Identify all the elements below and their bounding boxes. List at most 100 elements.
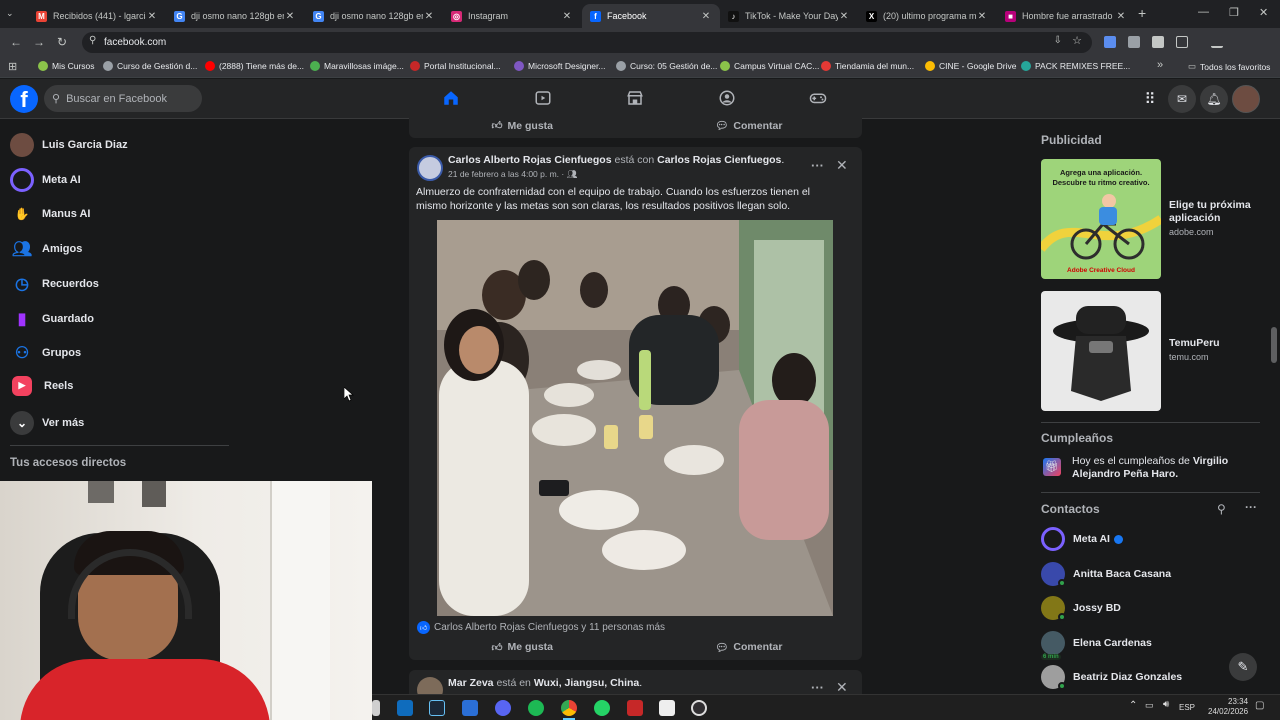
all-bookmarks-folder[interactable]: ▭ Todos los favoritos: [1188, 61, 1270, 72]
copilot-icon[interactable]: [462, 700, 478, 716]
clock-time[interactable]: 23:34: [1208, 697, 1248, 707]
new-message-button[interactable]: ✎: [1229, 653, 1257, 681]
bookmark-item[interactable]: Maravillosas imáge...: [310, 61, 404, 71]
extension-icon[interactable]: [1128, 36, 1140, 48]
bookmark-item[interactable]: Mis Cursos: [38, 61, 95, 71]
comment-button[interactable]: 💬︎ Comentar: [636, 641, 863, 654]
sidebar-item[interactable]: ◷ Recuerdos: [10, 272, 99, 296]
extensions-puzzle-icon[interactable]: [1176, 36, 1188, 48]
notifications-icon[interactable]: ▢: [1255, 700, 1264, 711]
bookmark-item[interactable]: CINE - Google Drive: [925, 61, 1016, 71]
network-icon[interactable]: ▭: [1145, 700, 1154, 711]
browser-tab[interactable]: Gdji osmo nano 128gb en ✕: [305, 4, 443, 28]
reactions-summary[interactable]: Carlos Alberto Rojas Cienfuegos y 11 per…: [434, 622, 665, 633]
sidebar-item[interactable]: ⚇ Grupos: [10, 341, 81, 365]
tab-close-icon[interactable]: ✕: [700, 11, 712, 22]
tab-close-icon[interactable]: ✕: [146, 11, 158, 22]
facebook-logo[interactable]: f: [10, 85, 38, 113]
tab-close-icon[interactable]: ✕: [284, 11, 296, 22]
chrome-icon[interactable]: [561, 700, 577, 716]
bookmark-item[interactable]: (2888) Tiene más de...: [205, 61, 304, 71]
browser-tab[interactable]: M Recibidos (441) - lgarciad ✕: [28, 4, 166, 28]
sidebar-item[interactable]: Meta AI: [10, 167, 81, 192]
bookmark-item[interactable]: Microsoft Designer...: [514, 61, 605, 71]
account-avatar[interactable]: [1232, 85, 1260, 113]
clock-date[interactable]: 24/02/2026: [1208, 707, 1248, 717]
post-author-avatar[interactable]: [417, 155, 443, 181]
reload-button[interactable]: ↻: [57, 35, 67, 49]
browser-tab[interactable]: X (20) ultimo programa ma ✕: [858, 4, 996, 28]
ad-adobe[interactable]: Agrega una aplicación. Descubre tu ritmo…: [1041, 159, 1261, 279]
browser-tab[interactable]: ◎ Instagram ✕: [443, 4, 581, 28]
video-icon[interactable]: [534, 89, 552, 107]
bookmarks-overflow-chevron-icon[interactable]: »: [1157, 59, 1163, 71]
sidebar-item[interactable]: ⌄ Ver más: [10, 410, 84, 435]
bookmark-item[interactable]: Curso: 05 Gestión de...: [616, 61, 717, 71]
gaming-icon[interactable]: [809, 89, 827, 107]
home-icon[interactable]: [442, 89, 460, 107]
contact-item[interactable]: 6 min Elena Cardenas: [1041, 630, 1152, 660]
bookmark-item[interactable]: PACK REMIXES FREE...: [1021, 61, 1130, 71]
minimize-button[interactable]: —: [1198, 6, 1209, 18]
ad-temu[interactable]: TemuPeru temu.com: [1041, 291, 1261, 411]
browser-tab[interactable]: ■ Hombre fue arrastrado p ✕: [997, 4, 1135, 28]
obs-icon[interactable]: [691, 700, 707, 716]
post-author-name[interactable]: Carlos Alberto Rojas Cienfuegos: [448, 154, 612, 166]
contact-item[interactable]: Jossy BD: [1041, 596, 1121, 622]
volume-icon[interactable]: 🔊︎: [1163, 699, 1169, 710]
post-options-icon[interactable]: ···: [811, 680, 824, 695]
language-indicator[interactable]: ESP: [1179, 703, 1195, 712]
contact-item[interactable]: Anitta Baca Casana: [1041, 561, 1171, 587]
post-close-icon[interactable]: ✕: [836, 157, 848, 174]
whatsapp-icon[interactable]: [594, 700, 610, 716]
post-photo[interactable]: [409, 220, 862, 616]
page-scrollbar[interactable]: [1271, 327, 1277, 363]
like-button[interactable]: 👍︎ Me gusta: [409, 119, 636, 133]
post-options-icon[interactable]: ···: [811, 158, 824, 173]
comment-button[interactable]: 💬︎ Comentar: [636, 119, 863, 133]
site-info-icon[interactable]: ⚲: [89, 35, 96, 46]
browser-tab[interactable]: ♪ TikTok - Make Your Day ✕: [720, 4, 858, 28]
capcut-icon[interactable]: [659, 700, 675, 716]
discord-icon[interactable]: [495, 700, 511, 716]
tab-close-icon[interactable]: ✕: [423, 11, 435, 22]
menu-grid-icon[interactable]: ⠿: [1136, 85, 1164, 113]
facebook-search-input[interactable]: ⚲ Buscar en Facebook: [44, 85, 202, 112]
contact-item[interactable]: Beatriz Diaz Gonzales: [1041, 665, 1182, 691]
post-date[interactable]: 21 de febrero a las 4:00 p. m. ·: [448, 169, 564, 179]
browser-tab[interactable]: Gdji osmo nano 128gb en ✕: [166, 4, 304, 28]
notifications-bell-icon[interactable]: 🔔︎: [1200, 85, 1228, 113]
birthday-text[interactable]: Hoy es el cumpleaños de Virgilio Alejand…: [1072, 455, 1257, 481]
taskbar-app-icon[interactable]: [372, 700, 380, 716]
next-post-author-name[interactable]: Mar Zeva: [448, 677, 494, 689]
sidebar-item[interactable]: Luis Garcia Diaz: [10, 133, 128, 157]
sidebar-item[interactable]: ✋ Manus AI: [10, 202, 91, 226]
messenger-icon[interactable]: ✉: [1168, 85, 1196, 113]
address-bar[interactable]: ⚲ facebook.com ⇩ ☆: [82, 32, 1092, 53]
browser-tab[interactable]: f Facebook ✕: [582, 4, 720, 28]
restore-button[interactable]: ❐: [1229, 6, 1239, 19]
tab-close-icon[interactable]: ✕: [1115, 11, 1127, 22]
like-button[interactable]: 👍︎ Me gusta: [409, 641, 636, 654]
steam-icon[interactable]: [429, 700, 445, 716]
groups-icon[interactable]: [718, 89, 736, 107]
close-window-button[interactable]: ✕: [1259, 6, 1268, 19]
sidebar-item[interactable]: 👥︎ Amigos: [10, 237, 83, 261]
next-post-place[interactable]: Wuxi, Jiangsu, China: [534, 677, 639, 689]
bookmark-item[interactable]: Tiendamia del mun...: [821, 61, 914, 71]
contacts-options-icon[interactable]: ···: [1245, 500, 1257, 514]
mail-app-icon[interactable]: [397, 700, 413, 716]
extension-icon[interactable]: [1104, 36, 1116, 48]
contacts-search-icon[interactable]: ⚲: [1217, 502, 1226, 516]
tab-close-icon[interactable]: ✕: [976, 11, 988, 22]
sticky-app-icon[interactable]: [627, 700, 643, 716]
bookmark-item[interactable]: Curso de Gestión d...: [103, 61, 197, 71]
back-button[interactable]: ←: [10, 35, 22, 49]
bookmark-item[interactable]: Campus Virtual CAC...: [720, 61, 819, 71]
forward-button[interactable]: →: [33, 35, 45, 49]
tab-close-icon[interactable]: ✕: [838, 11, 850, 22]
bookmark-item[interactable]: Portal Institucional...: [410, 61, 501, 71]
spotify-icon[interactable]: [528, 700, 544, 716]
tray-chevron-icon[interactable]: ⌃: [1129, 700, 1137, 711]
tab-search-dropdown[interactable]: ⌄: [6, 8, 14, 19]
